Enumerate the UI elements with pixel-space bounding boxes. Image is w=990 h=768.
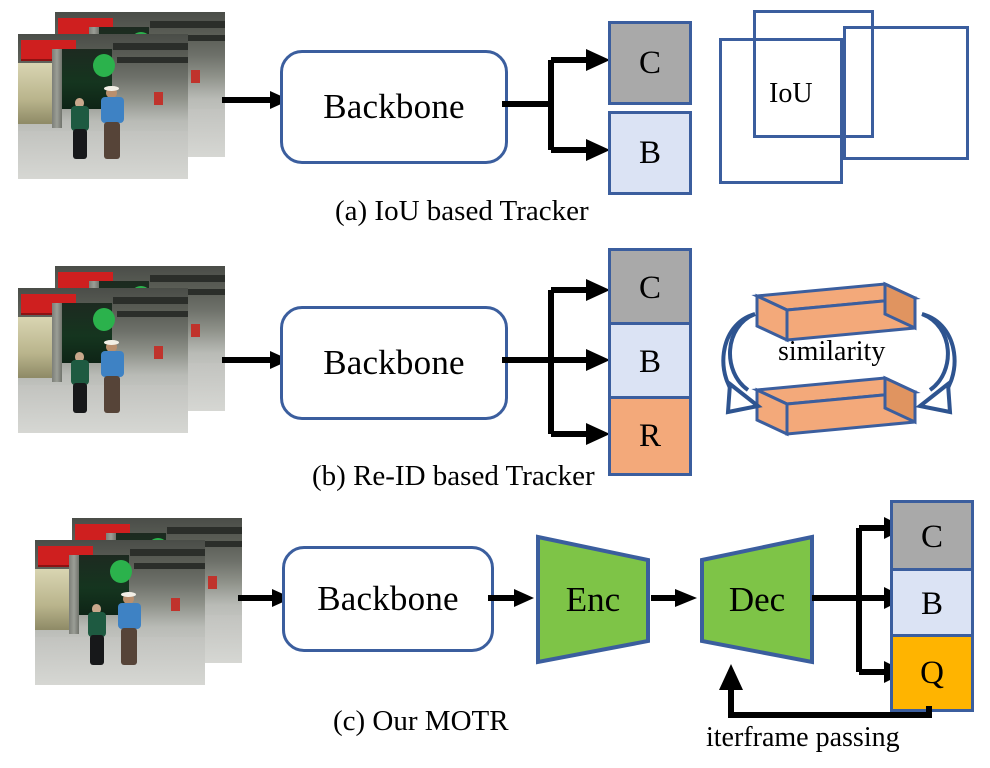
output-label-c-b: C <box>638 269 661 306</box>
output-label-r-b: R <box>638 417 661 454</box>
street-scene-front <box>18 34 188 179</box>
backbone-box-c[interactable]: Backbone <box>282 546 494 652</box>
row-b: Backbone C B R similarity (b) Re-ID base… <box>0 248 990 503</box>
photo-frame-front-c <box>35 540 205 685</box>
street-scene-front-c <box>35 540 205 685</box>
iou-rect-3 <box>753 10 874 138</box>
output-label-b-b: B <box>638 343 661 380</box>
encoder-label: Enc <box>565 579 621 619</box>
output-box-c-c[interactable]: C <box>890 500 974 574</box>
output-box-r-b[interactable]: R <box>608 396 692 476</box>
output-label-c-c: C <box>920 518 943 555</box>
photo-stack-a <box>18 12 233 187</box>
caption-c: (c) Our MOTR <box>333 705 509 737</box>
arrow-enc-to-dec <box>651 589 697 607</box>
decoder-block[interactable]: Dec <box>698 533 816 666</box>
iou-label: IoU <box>769 78 813 109</box>
backbone-box-a[interactable]: Backbone <box>280 50 508 164</box>
output-box-b-c[interactable]: B <box>890 568 974 640</box>
caption-a: (a) IoU based Tracker <box>335 195 589 227</box>
figure-canvas: Backbone C B IoU (a) IoU based Tracker B… <box>0 0 990 768</box>
branch-connector-b <box>502 279 610 445</box>
curved-arrow-right-icon <box>915 312 957 415</box>
street-scene-front-b <box>18 288 188 433</box>
curved-arrow-left-icon <box>721 312 763 415</box>
similarity-panel: similarity <box>700 266 985 451</box>
photo-frame-front-b <box>18 288 188 433</box>
backbone-label-a: Backbone <box>323 87 465 126</box>
photo-stack-c <box>35 518 250 698</box>
backbone-label-c: Backbone <box>317 579 459 618</box>
output-label-b-a: B <box>638 134 661 171</box>
backbone-box-b[interactable]: Backbone <box>280 306 508 420</box>
row-c: Backbone Enc Dec C B Q iterframe passing… <box>0 500 990 768</box>
branch-connector-a <box>502 49 610 161</box>
photo-stack-b <box>18 266 233 446</box>
output-box-b-a[interactable]: B <box>608 111 692 195</box>
iou-panel: IoU <box>715 8 980 198</box>
row-a: Backbone C B IoU (a) IoU based Tracker <box>0 0 990 232</box>
encoder-block[interactable]: Enc <box>534 533 652 666</box>
output-box-c-a[interactable]: C <box>608 21 692 105</box>
output-box-b-b[interactable]: B <box>608 322 692 402</box>
decoder-label: Dec <box>728 579 786 619</box>
feedback-label: iterframe passing <box>706 722 900 753</box>
feature-bar-top <box>751 281 921 343</box>
output-box-c-b[interactable]: C <box>608 248 692 328</box>
similarity-label: similarity <box>778 336 886 367</box>
arrow-backbone-to-enc <box>488 589 534 607</box>
backbone-label-b: Backbone <box>323 343 465 382</box>
caption-b: (b) Re-ID based Tracker <box>312 460 595 492</box>
output-label-c-a: C <box>638 44 661 81</box>
output-label-b-c: B <box>920 585 943 622</box>
feature-bar-bottom <box>751 375 921 437</box>
photo-frame-front <box>18 34 188 179</box>
